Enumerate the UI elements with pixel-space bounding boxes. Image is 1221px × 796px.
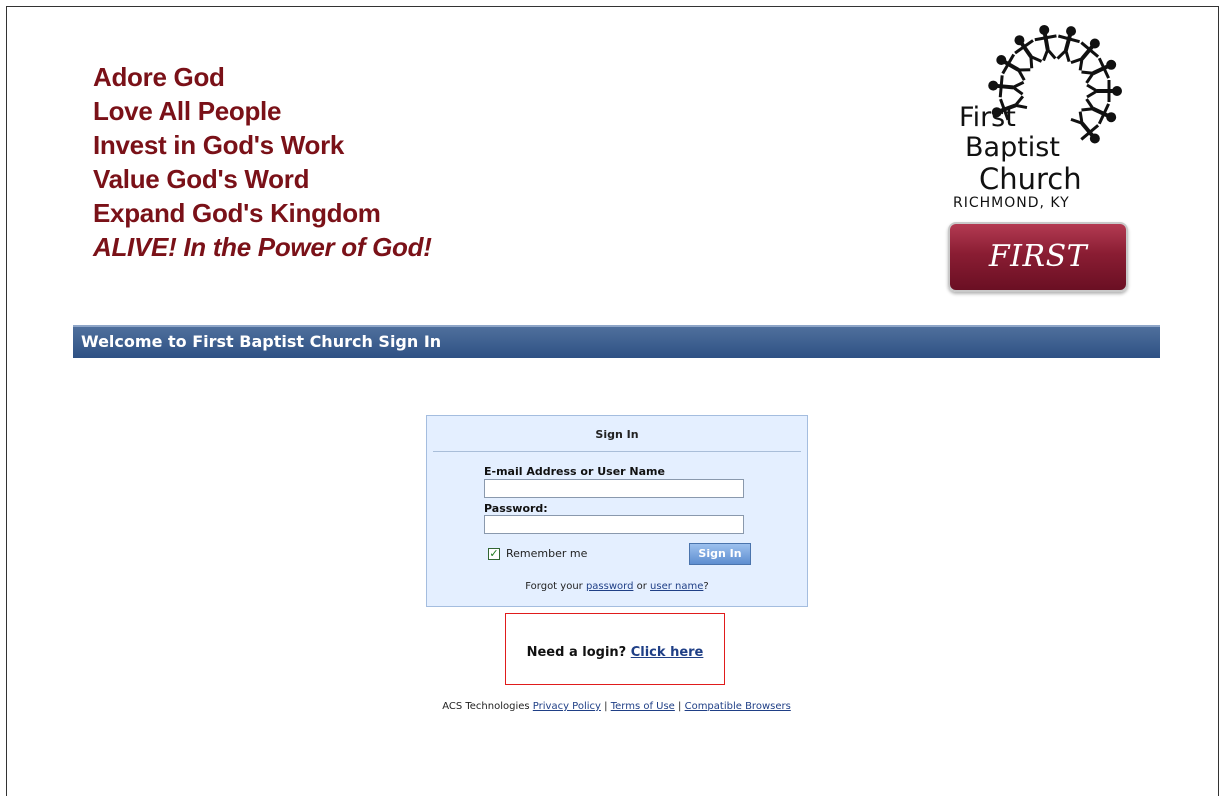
need-login-highlight: Need a login? Click here [505, 613, 725, 685]
value-love: Love All People [93, 94, 432, 128]
page-title: Welcome to First Baptist Church Sign In [73, 325, 1160, 358]
remember-me-row: ✓ Remember me [488, 547, 587, 560]
remember-me-checkbox[interactable]: ✓ [488, 548, 500, 560]
forgot-prefix: Forgot your [525, 581, 583, 592]
need-login-prompt: Need a login? [527, 645, 627, 660]
church-values-list: Adore God Love All People Invest in God'… [93, 60, 432, 264]
need-login-row: Need a login? Click here [506, 645, 724, 660]
forgot-suffix: ? [703, 581, 708, 592]
divider [433, 451, 801, 452]
value-expand: Expand God's Kingdom [93, 196, 432, 230]
logo-text-baptist: Baptist [965, 132, 1060, 163]
click-here-link[interactable]: Click here [631, 645, 704, 660]
footer-separator: | [604, 701, 607, 712]
password-label: Password: [484, 502, 548, 515]
logo-text-church: Church [979, 162, 1082, 196]
compatible-browsers-link[interactable]: Compatible Browsers [685, 701, 791, 712]
footer-separator: | [678, 701, 681, 712]
sign-in-panel: Sign In E-mail Address or User Name Pass… [426, 415, 808, 607]
sign-in-heading: Sign In [427, 428, 807, 441]
logo-text-first: First [959, 102, 1016, 133]
sign-in-button[interactable]: Sign In [689, 543, 751, 565]
church-logo: First Baptist Church RICHMOND, KY [945, 16, 1135, 206]
remember-me-label: Remember me [506, 547, 587, 560]
value-adore: Adore God [93, 60, 432, 94]
email-label: E-mail Address or User Name [484, 465, 665, 478]
value-word: Value God's Word [93, 162, 432, 196]
forgot-or: or [637, 581, 647, 592]
logo-location: RICHMOND, KY [953, 195, 1070, 211]
footer-company: ACS Technologies [442, 701, 529, 712]
password-field[interactable] [484, 515, 744, 534]
forgot-password-link[interactable]: password [586, 581, 633, 592]
forgot-username-link[interactable]: user name [650, 581, 703, 592]
first-link-button[interactable]: FIRST Link [948, 222, 1128, 292]
value-invest: Invest in God's Work [93, 128, 432, 162]
footer: ACS Technologies Privacy Policy | Terms … [0, 701, 1221, 712]
privacy-policy-link[interactable]: Privacy Policy [533, 701, 601, 712]
email-field[interactable] [484, 479, 744, 498]
terms-of-use-link[interactable]: Terms of Use [611, 701, 675, 712]
value-alive: ALIVE! In the Power of God! [93, 230, 432, 264]
forgot-credentials: Forgot your password or user name? [427, 581, 807, 592]
